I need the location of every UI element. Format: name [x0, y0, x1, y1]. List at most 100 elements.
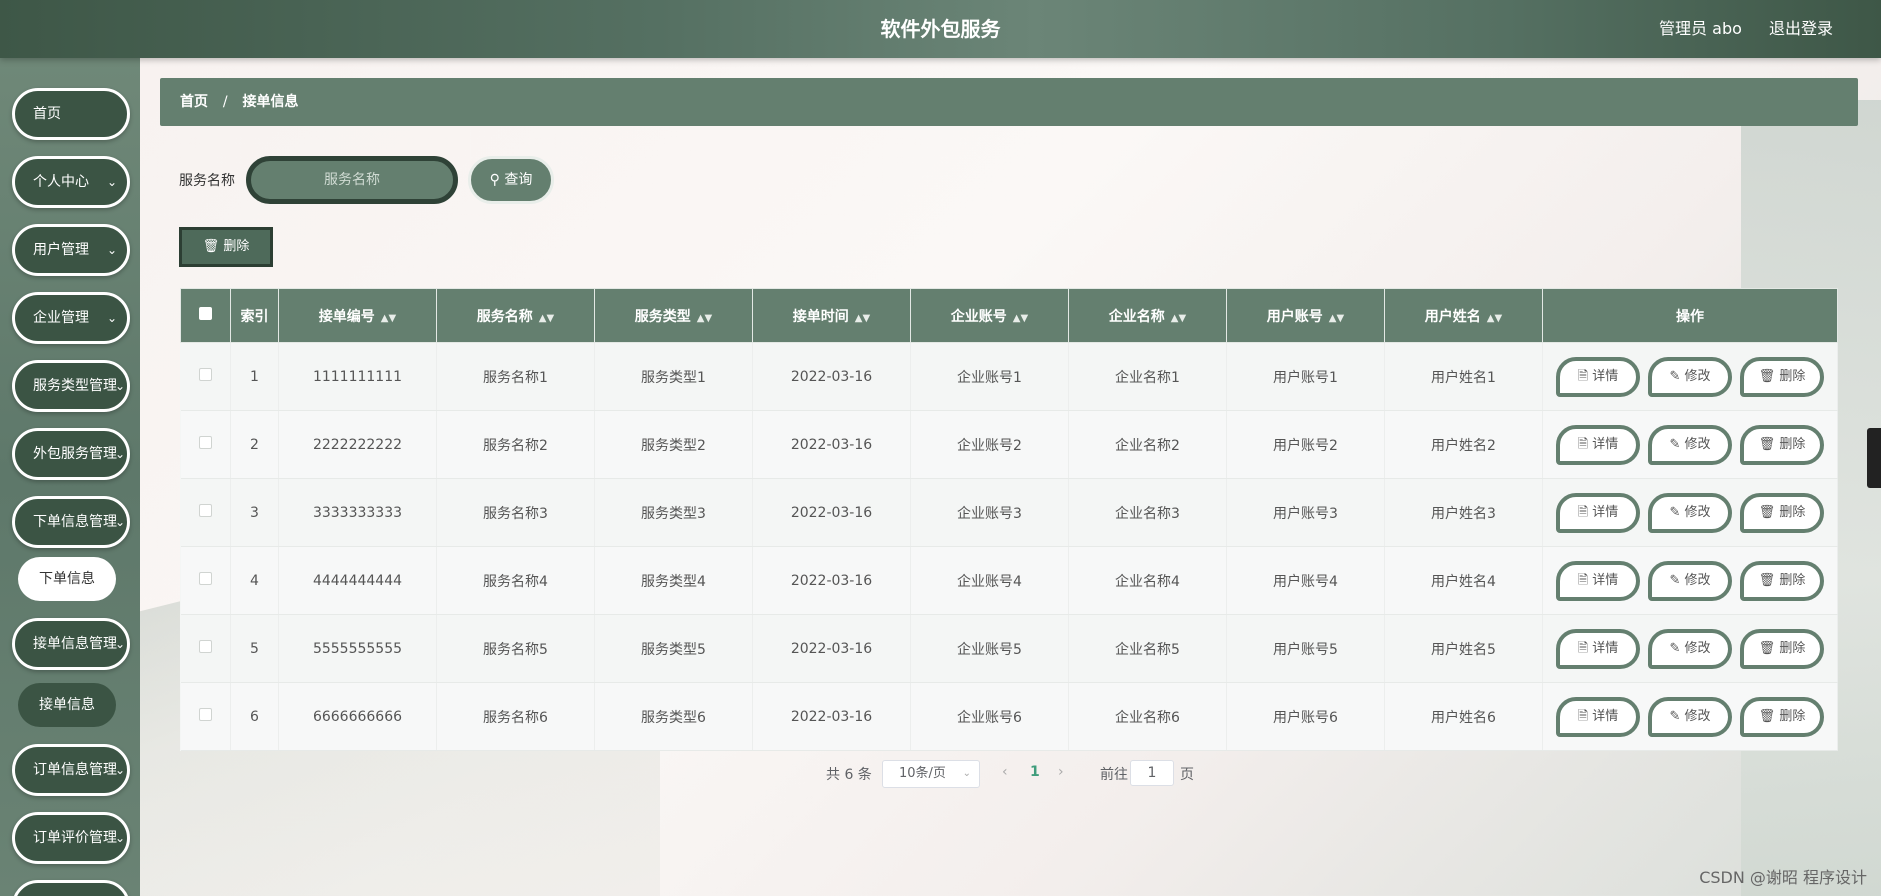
delete-button[interactable]: 🗑 删除: [1740, 560, 1824, 601]
delete-button[interactable]: 🗑 删除: [1740, 424, 1824, 465]
edit-button[interactable]: ✎ 修改: [1648, 424, 1732, 465]
detail-label: 详情: [1592, 368, 1619, 384]
cell-actions: 🗎 详情 ✎ 修改 🗑 删除: [1542, 614, 1838, 683]
row-select-cell: [180, 682, 231, 751]
cell-actions: 🗎 详情 ✎ 修改 🗑 删除: [1542, 478, 1838, 547]
document-icon: 🗎: [1577, 436, 1589, 452]
cell-index: 1: [230, 342, 279, 411]
document-icon: 🗎: [1577, 640, 1589, 656]
edit-button[interactable]: ✎ 修改: [1648, 356, 1732, 397]
row-checkbox[interactable]: [198, 436, 212, 449]
cell-index: 4: [230, 546, 279, 615]
delete-button[interactable]: 🗑 删除: [1740, 628, 1824, 669]
col-order-no[interactable]: 接单编号 ▲▼: [278, 288, 437, 343]
col-user-name[interactable]: 用户姓名 ▲▼: [1384, 288, 1543, 343]
breadcrumb-home[interactable]: 首页: [180, 94, 208, 110]
edit-button[interactable]: ✎ 修改: [1648, 560, 1732, 601]
detail-button[interactable]: 🗎 详情: [1556, 696, 1640, 737]
edit-button[interactable]: ✎ 修改: [1648, 492, 1732, 533]
prev-page-button[interactable]: ‹: [1002, 764, 1008, 780]
sidebar-item-order-info-management[interactable]: 订单信息管理 ⌄: [12, 744, 130, 796]
query-button-label: 查询: [504, 172, 533, 188]
edit-button[interactable]: ✎ 修改: [1648, 628, 1732, 669]
row-checkbox[interactable]: [198, 572, 212, 585]
cell-accept-time: 2022-03-16: [752, 342, 911, 411]
page-size-select[interactable]: 10条/页 ⌄: [882, 760, 980, 788]
logout-button[interactable]: 退出登录: [1769, 19, 1833, 38]
delete-button[interactable]: 🗑 删除: [1740, 356, 1824, 397]
sort-icon[interactable]: ▲▼: [1487, 313, 1502, 324]
col-accept-time[interactable]: 接单时间 ▲▼: [752, 288, 911, 343]
query-button[interactable]: ⚲ 查询: [468, 156, 554, 204]
sidebar-subitem-order-accept[interactable]: 接单信息: [18, 683, 116, 727]
row-checkbox[interactable]: [198, 368, 212, 381]
sidebar-item-home[interactable]: 首页: [12, 88, 130, 140]
detail-button[interactable]: 🗎 详情: [1556, 492, 1640, 533]
detail-label: 详情: [1592, 436, 1619, 452]
col-service-name[interactable]: 服务名称 ▲▼: [436, 288, 595, 343]
col-company-account[interactable]: 企业账号 ▲▼: [910, 288, 1069, 343]
select-all-checkbox[interactable]: [199, 307, 212, 320]
sidebar-item-order-review-management[interactable]: 订单评价管理 ⌄: [12, 812, 130, 864]
row-checkbox[interactable]: [198, 708, 212, 721]
sidebar-item-label: 用户管理: [33, 242, 89, 258]
goto-page-input[interactable]: 1: [1130, 760, 1174, 786]
row-checkbox[interactable]: [198, 504, 212, 517]
sort-icon[interactable]: ▲▼: [381, 313, 396, 324]
order-accept-table: 索引 接单编号 ▲▼ 服务名称 ▲▼ 服务类型 ▲▼ 接单时间 ▲▼ 企业账号 ▲▼ 企业…: [180, 288, 1838, 751]
service-name-input[interactable]: [246, 156, 458, 204]
detail-button[interactable]: 🗎 详情: [1556, 424, 1640, 465]
row-checkbox[interactable]: [198, 640, 212, 653]
edit-button[interactable]: ✎ 修改: [1648, 696, 1732, 737]
col-company-name[interactable]: 企业名称 ▲▼: [1068, 288, 1227, 343]
sidebar-item-order-accept-management[interactable]: 接单信息管理 ⌄: [12, 618, 130, 670]
sidebar-item-order-placement-management[interactable]: 下单信息管理 ⌄: [12, 496, 130, 548]
cell-company-name: 企业名称6: [1068, 682, 1227, 751]
col-user-account[interactable]: 用户账号 ▲▼: [1226, 288, 1385, 343]
sidebar-item-outsourcing-service-management[interactable]: 外包服务管理 ⌄: [12, 428, 130, 480]
cell-company-account: 企业账号1: [910, 342, 1069, 411]
delete-label: 删除: [1779, 572, 1806, 588]
col-index: 索引: [230, 288, 279, 343]
trash-icon: 🗑: [1758, 504, 1776, 520]
cell-company-account: 企业账号2: [910, 410, 1069, 479]
page-number-current[interactable]: 1: [1030, 764, 1040, 780]
delete-button[interactable]: 🗑 删除: [1740, 492, 1824, 533]
detail-button[interactable]: 🗎 详情: [1556, 628, 1640, 669]
pencil-icon: ✎: [1669, 368, 1681, 384]
delete-button[interactable]: 🗑 删除: [1740, 696, 1824, 737]
cell-user-account: 用户账号2: [1226, 410, 1385, 479]
detail-label: 详情: [1592, 640, 1619, 656]
sidebar-item-personal-center[interactable]: 个人中心 ⌄: [12, 156, 130, 208]
delete-label: 删除: [1779, 436, 1806, 452]
sort-icon[interactable]: ▲▼: [1013, 313, 1028, 324]
sidebar-item-more[interactable]: [12, 880, 130, 896]
sidebar-item-label: 订单信息管理: [33, 762, 117, 778]
table-row: 3 3333333333 服务名称3 服务类型3 2022-03-16 企业账号…: [180, 478, 1838, 547]
trash-icon: 🗑: [202, 239, 220, 254]
table-row: 6 6666666666 服务名称6 服务类型6 2022-03-16 企业账号…: [180, 682, 1838, 751]
edit-label: 修改: [1684, 504, 1711, 520]
sidebar-subitem-order-placement[interactable]: 下单信息: [18, 557, 116, 601]
side-panel-handle[interactable]: [1867, 428, 1881, 488]
sort-icon[interactable]: ▲▼: [1171, 313, 1186, 324]
pencil-icon: ✎: [1669, 572, 1681, 588]
cell-user-name: 用户姓名6: [1384, 682, 1543, 751]
sidebar-item-service-type-management[interactable]: 服务类型管理 ⌄: [12, 360, 130, 412]
detail-button[interactable]: 🗎 详情: [1556, 356, 1640, 397]
sidebar-item-user-management[interactable]: 用户管理 ⌄: [12, 224, 130, 276]
detail-button[interactable]: 🗎 详情: [1556, 560, 1640, 601]
sort-icon[interactable]: ▲▼: [539, 313, 554, 324]
cell-company-name: 企业名称3: [1068, 478, 1227, 547]
cell-service-name: 服务名称6: [436, 682, 595, 751]
cell-accept-time: 2022-03-16: [752, 478, 911, 547]
sidebar-item-company-management[interactable]: 企业管理 ⌄: [12, 292, 130, 344]
cell-order-no: 3333333333: [278, 478, 437, 547]
batch-delete-button[interactable]: 🗑 删除: [179, 227, 273, 267]
chevron-down-icon: ⌄: [962, 768, 971, 779]
sort-icon[interactable]: ▲▼: [1329, 313, 1344, 324]
sort-icon[interactable]: ▲▼: [855, 313, 870, 324]
sort-icon[interactable]: ▲▼: [697, 313, 712, 324]
next-page-button[interactable]: ›: [1058, 764, 1064, 780]
col-service-type[interactable]: 服务类型 ▲▼: [594, 288, 753, 343]
